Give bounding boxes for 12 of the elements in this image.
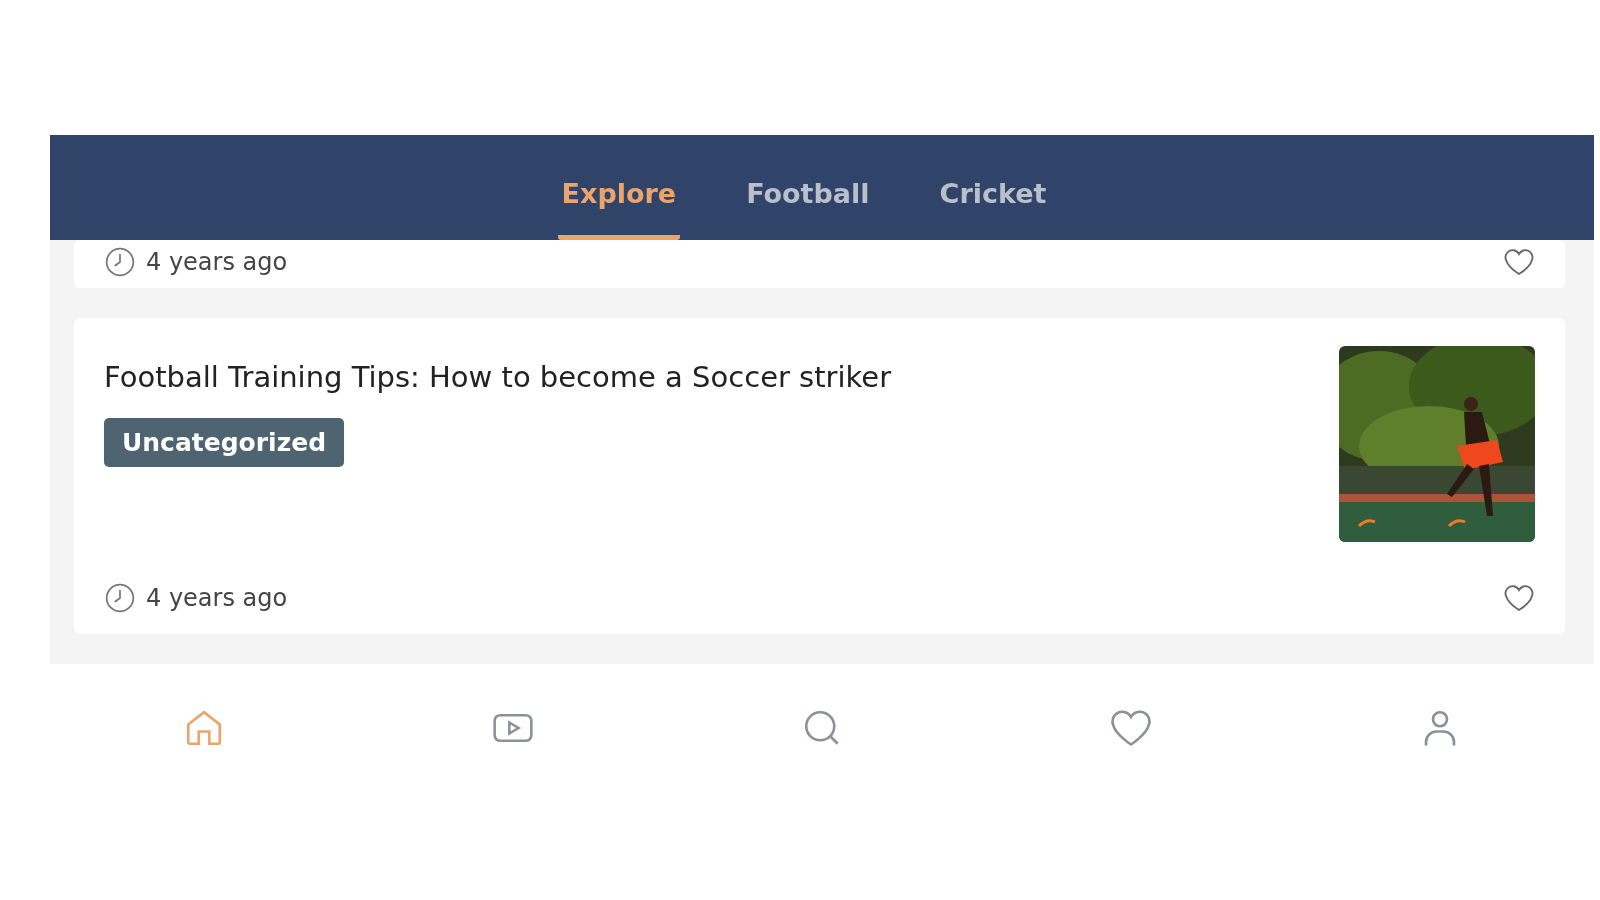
post-card[interactable]: Football Training Tips: How to become a Soccer striker Uncategorized 4 years ago (74, 318, 1565, 634)
post-time: 4 years ago (146, 248, 288, 276)
tab[interactable]: Football (742, 178, 874, 240)
category-tag[interactable]: Uncategorized (104, 418, 345, 467)
post-card[interactable]: 4 years ago (74, 240, 1565, 288)
heart-icon[interactable] (1503, 246, 1535, 278)
clock-icon (104, 582, 136, 614)
post-time: 4 years ago (146, 584, 288, 612)
post-title[interactable]: Football Training Tips: How to become a Soccer striker (104, 360, 892, 394)
tab[interactable]: Cricket (935, 178, 1051, 240)
heart-icon[interactable] (1503, 582, 1535, 614)
clock-icon (104, 246, 136, 278)
